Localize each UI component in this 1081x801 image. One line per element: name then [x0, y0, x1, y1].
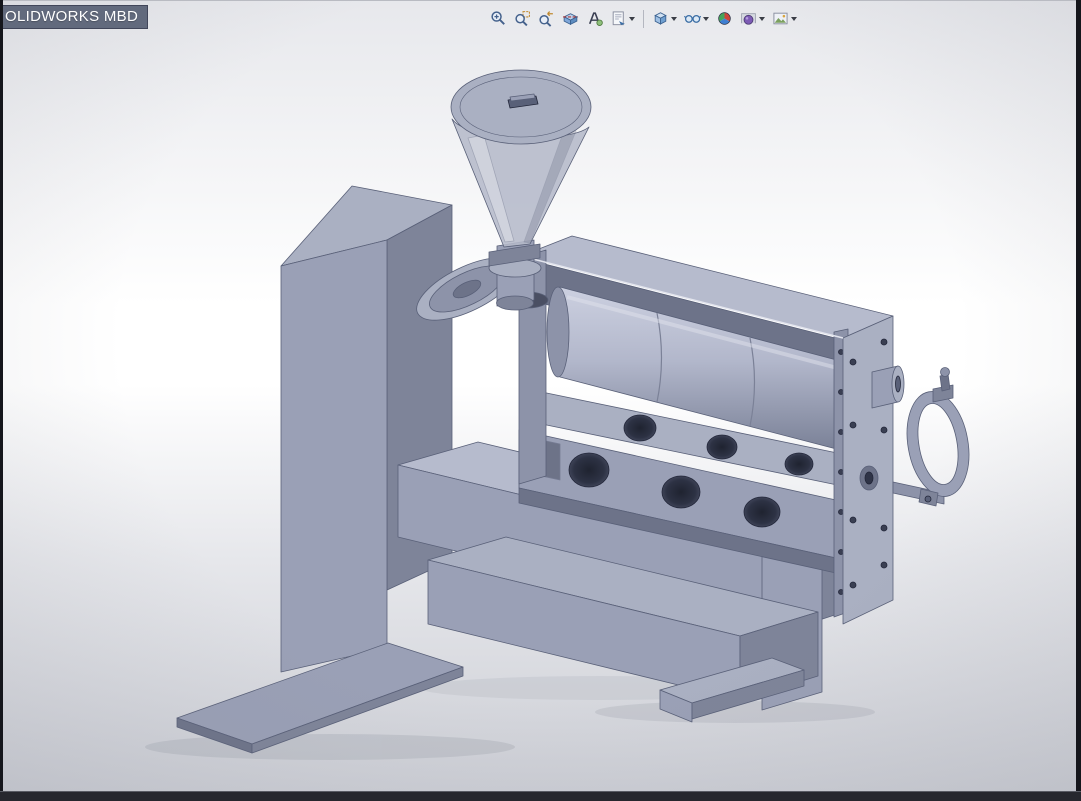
apply-scene-icon — [740, 10, 757, 27]
apply-scene-button[interactable] — [737, 7, 768, 30]
dial-clamp — [906, 367, 970, 507]
section-view-button[interactable] — [559, 7, 582, 30]
zoom-to-area-icon — [514, 10, 531, 27]
dropdown-caret-icon — [629, 16, 635, 21]
dropdown-caret-icon — [791, 16, 797, 21]
edit-appearance-button[interactable] — [713, 7, 736, 30]
solidworks-mbd-window: OLIDWORKS MBD — [0, 0, 1081, 801]
dropdown-caret-icon — [759, 16, 765, 21]
annotation-views-icon — [610, 10, 627, 27]
dropdown-caret-icon — [671, 16, 677, 21]
hide-show-items-button[interactable] — [681, 7, 712, 30]
annotation-views-button[interactable] — [607, 7, 638, 30]
previous-view-icon — [538, 10, 555, 27]
dropdown-caret-icon — [703, 16, 709, 21]
zoom-to-fit-button[interactable] — [487, 7, 510, 30]
dynamic-annotation-views-icon — [586, 10, 603, 27]
solidworks-mbd-badge: OLIDWORKS MBD — [0, 5, 149, 29]
heads-up-toolbar — [487, 7, 800, 30]
dynamic-annotation-views-button[interactable] — [583, 7, 606, 30]
view-settings-button[interactable] — [769, 7, 800, 30]
view-settings-icon — [772, 10, 789, 27]
previous-view-button[interactable] — [535, 7, 558, 30]
extruder-model — [145, 69, 970, 760]
view-orientation-button[interactable] — [649, 7, 680, 30]
edit-appearance-icon — [716, 10, 733, 27]
view-orientation-icon — [652, 10, 669, 27]
zoom-to-fit-icon — [490, 10, 507, 27]
hide-show-items-icon — [683, 10, 702, 27]
toolbar-divider — [643, 9, 644, 28]
section-view-icon — [562, 10, 579, 27]
zoom-to-area-button[interactable] — [511, 7, 534, 30]
3d-viewport[interactable]: OLIDWORKS MBD — [0, 0, 1081, 801]
